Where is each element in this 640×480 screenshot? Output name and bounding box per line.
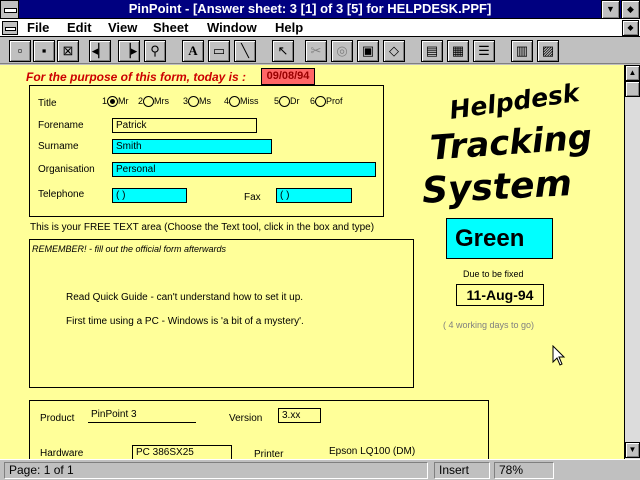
document-restore-button[interactable]: ◆ [622, 20, 639, 36]
chart-icon[interactable]: ▨ [537, 40, 559, 62]
menu-edit[interactable]: Edit [67, 20, 92, 35]
product-field[interactable]: PinPoint 3 [88, 408, 196, 423]
date-heading: For the purpose of this form, today is : [26, 70, 247, 84]
form-icon[interactable]: ▤ [421, 40, 443, 62]
working-days-text: ( 4 working days to go) [443, 320, 535, 330]
menu-sheet[interactable]: Sheet [153, 20, 188, 35]
document-canvas[interactable]: For the purpose of this form, today is :… [0, 65, 624, 459]
vertical-scrollbar[interactable]: ▲ ▼ [624, 65, 640, 459]
radio-mrs[interactable]: 2 Mrs [138, 96, 169, 108]
today-date-field[interactable]: 09/08/94 [261, 68, 315, 85]
forename-field[interactable]: Patrick [112, 118, 257, 133]
contact-frame: Title 1 Mr 2 Mrs 3 Ms 4 Miss 5 Dr 6 Prof Foren… [29, 85, 384, 217]
next-icon[interactable]: ▕▸ [118, 40, 140, 62]
scroll-up-icon[interactable]: ▲ [625, 65, 640, 81]
save-icon[interactable]: ▪ [33, 40, 55, 62]
paste-icon[interactable]: ▣ [357, 40, 379, 62]
menu-bar: File Edit View Sheet Window Help ◆ [0, 19, 640, 37]
toolbar: ▫ ▪ ⊠ ◂▏ ▕▸ ⚲ A ▭ ╲ ↖ ✂ ◎ ▣ ◇ ▤ ▦ ☰ ▥ ▨ [0, 38, 640, 64]
free-text-label: This is your FREE TEXT area (Choose the … [30, 222, 375, 233]
page-indicator: Page: 1 of 1 [4, 462, 428, 479]
logo-system: System [421, 163, 573, 212]
title-bar: PinPoint - [Answer sheet: 3 [1] of 3 [5]… [0, 0, 640, 19]
list-icon[interactable]: ☰ [473, 40, 495, 62]
radio-dr[interactable]: 5 Dr [274, 96, 300, 108]
fax-field[interactable]: ( ) [276, 188, 352, 203]
insert-mode-indicator: Insert [434, 462, 490, 479]
fax-label: Fax [244, 192, 261, 203]
box-tool-icon[interactable]: ▭ [208, 40, 230, 62]
printer-label: Printer [254, 449, 284, 459]
radio-miss[interactable]: 4 Miss [224, 96, 259, 108]
due-date-field[interactable]: 11-Aug-94 [456, 284, 544, 306]
radio-mr[interactable]: 1 Mr [102, 96, 129, 108]
printer-field[interactable]: Epson LQ100 (DM) [326, 445, 436, 459]
find-icon[interactable]: ⚲ [144, 40, 166, 62]
menu-help[interactable]: Help [275, 20, 303, 35]
scroll-down-icon[interactable]: ▼ [625, 442, 640, 458]
new-icon[interactable]: ▫ [9, 40, 31, 62]
remember-note: REMEMBER! - fill out the official form a… [32, 244, 227, 254]
window-title: PinPoint - [Answer sheet: 3 [1] of 3 [5]… [128, 1, 492, 16]
cut-icon[interactable]: ✂ [305, 40, 327, 62]
mouse-cursor-icon [552, 345, 566, 366]
sheet-icon[interactable]: ▦ [447, 40, 469, 62]
status-field[interactable]: Green [446, 218, 553, 259]
system-menu-button[interactable] [0, 0, 19, 19]
restore-button[interactable]: ◆ [621, 0, 640, 19]
surname-field[interactable]: Smith [112, 139, 272, 154]
logo-helpdesk: Helpdesk [447, 78, 582, 125]
line-tool-icon[interactable]: ╲ [234, 40, 256, 62]
logo-tracking: Tracking [428, 117, 594, 169]
hardware-label: Hardware [40, 448, 84, 459]
zoom-indicator: 78% [494, 462, 554, 479]
menu-file[interactable]: File [27, 20, 49, 35]
radio-ms[interactable]: 3 Ms [183, 96, 211, 108]
organisation-label: Organisation [38, 164, 95, 175]
organisation-field[interactable]: Personal [112, 162, 376, 177]
note-line-1: Read Quick Guide - can't understand how … [66, 292, 304, 303]
status-bar: Page: 1 of 1 Insert 78% [0, 459, 640, 480]
telephone-label: Telephone [38, 189, 85, 200]
clipboard-icon[interactable]: ▥ [511, 40, 533, 62]
product-frame: Product PinPoint 3 Version 3.xx Hardware… [29, 400, 489, 459]
hardware-field[interactable]: PC 386SX25 [132, 445, 232, 459]
version-label: Version [229, 413, 263, 424]
menu-window[interactable]: Window [207, 20, 257, 35]
copy-icon[interactable]: ◎ [331, 40, 353, 62]
minimize-button[interactable]: ▼ [601, 0, 620, 19]
product-label: Product [40, 413, 75, 424]
menu-view[interactable]: View [108, 20, 137, 35]
title-label: Title [38, 98, 57, 109]
forename-label: Forename [38, 120, 84, 131]
note-line-2: First time using a PC - Windows is 'a bi… [66, 316, 304, 327]
text-tool-icon[interactable]: A [182, 40, 204, 62]
pointer-icon[interactable]: ↖ [272, 40, 294, 62]
version-field[interactable]: 3.xx [278, 408, 321, 423]
document-system-menu-button[interactable] [2, 21, 18, 35]
close-icon[interactable]: ⊠ [57, 40, 79, 62]
telephone-field[interactable]: ( ) [112, 188, 187, 203]
prev-icon[interactable]: ◂▏ [89, 40, 111, 62]
eraser-icon[interactable]: ◇ [383, 40, 405, 62]
free-text-area[interactable]: REMEMBER! - fill out the official form a… [29, 239, 414, 388]
due-label: Due to be fixed [463, 269, 524, 279]
surname-label: Surname [38, 141, 79, 152]
scroll-thumb[interactable] [625, 81, 640, 97]
radio-prof[interactable]: 6 Prof [310, 96, 343, 108]
